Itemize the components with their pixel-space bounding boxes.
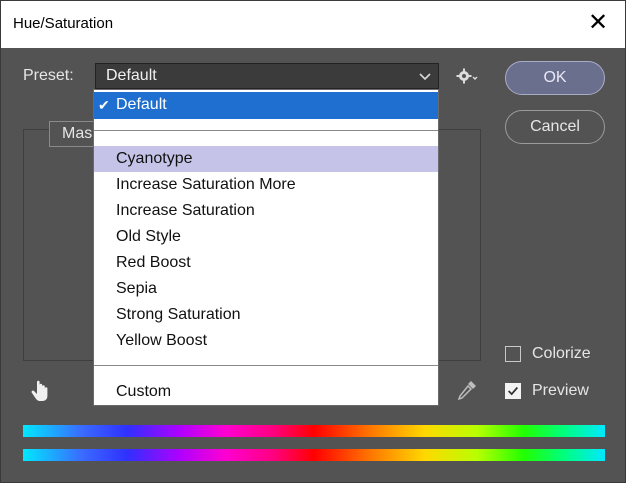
preset-option-sepia[interactable]: Sepia [94,276,438,302]
colorize-label: Colorize [532,345,591,362]
preset-option-custom[interactable]: Custom [94,379,438,405]
eyedropper-icon[interactable] [456,379,478,403]
menu-divider [94,130,438,131]
preset-option-red-boost[interactable]: Red Boost [94,250,438,276]
output-color-spectrum [23,449,605,461]
checkmark-icon [508,386,519,396]
preview-checkbox[interactable] [505,383,521,399]
preset-option-yellow-boost[interactable]: Yellow Boost [94,328,438,354]
ok-button[interactable]: OK [505,61,605,95]
preset-option-cyanotype[interactable]: Cyanotype [94,146,438,172]
preview-label: Preview [532,382,589,399]
colorize-checkbox[interactable] [505,346,521,362]
cancel-button[interactable]: Cancel [505,110,605,144]
hand-adjust-icon[interactable] [29,379,51,403]
preset-option-increase-saturation-more[interactable]: Increase Saturation More [94,172,438,198]
chevron-down-icon [419,73,431,81]
dialog-title: Hue/Saturation [13,15,114,32]
preset-dropdown-menu: ✔ Default Cyanotype Increase Saturation … [93,89,439,406]
channel-select[interactable]: Mas [49,121,99,147]
preset-select[interactable]: Default [95,63,439,89]
preset-option-default[interactable]: ✔ Default [94,92,438,119]
preset-label: Preset: [23,67,74,84]
menu-divider [94,365,438,366]
gear-icon[interactable] [456,67,478,85]
preset-option-old-style[interactable]: Old Style [94,224,438,250]
input-color-spectrum [23,425,605,437]
close-icon[interactable]: ✕ [585,10,611,36]
preset-option-label: Default [116,96,167,113]
title-bar: Hue/Saturation ✕ [1,1,625,48]
preset-option-strong-saturation[interactable]: Strong Saturation [94,302,438,328]
checkmark-icon: ✔ [98,97,110,113]
preset-option-increase-saturation[interactable]: Increase Saturation [94,198,438,224]
preset-select-value: Default [106,67,157,84]
